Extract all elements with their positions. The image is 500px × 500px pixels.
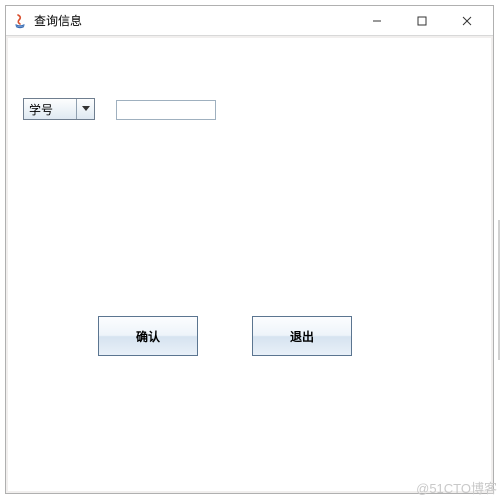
confirm-button[interactable]: 确认 (98, 316, 198, 356)
client-area: 学号 确认 退出 (6, 36, 493, 493)
titlebar: 查询信息 (6, 6, 493, 36)
confirm-button-label: 确认 (136, 328, 160, 345)
minimize-button[interactable] (354, 7, 399, 35)
content-panel: 学号 确认 退出 (8, 38, 491, 491)
window-title: 查询信息 (34, 12, 82, 29)
combo-selected-label: 学号 (24, 101, 76, 118)
search-value-input[interactable] (116, 100, 216, 120)
java-icon (12, 13, 28, 29)
chevron-down-icon (76, 99, 94, 119)
exit-button[interactable]: 退出 (252, 316, 352, 356)
close-button[interactable] (444, 7, 489, 35)
maximize-button[interactable] (399, 7, 444, 35)
app-window: 查询信息 学号 确认 (5, 5, 494, 494)
exit-button-label: 退出 (290, 328, 314, 345)
search-field-combo[interactable]: 学号 (23, 98, 95, 120)
